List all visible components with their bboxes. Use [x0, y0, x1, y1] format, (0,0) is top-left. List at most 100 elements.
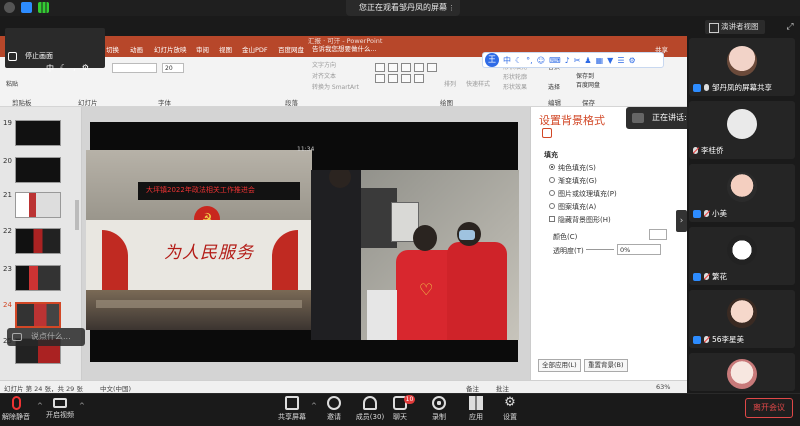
slide-thumbnail[interactable] [15, 157, 61, 183]
pattern-fill-radio[interactable] [549, 203, 555, 209]
slide-thumbnail-selected[interactable] [15, 302, 61, 328]
align-text[interactable]: 对齐文本 [312, 71, 336, 80]
slide-thumbnail[interactable] [15, 120, 61, 146]
paint-bucket-icon[interactable] [542, 128, 552, 138]
punctuation-icon[interactable]: °, [526, 56, 533, 65]
comma-icon[interactable]: , [73, 63, 76, 74]
tab-animations[interactable]: 动画 [130, 44, 143, 54]
share-banner[interactable]: 您正在观看邹丹凤的屏幕 [346, 0, 460, 16]
unmute-button[interactable]: 解除静音 [0, 396, 36, 422]
thumb-number: 24 [3, 301, 12, 309]
group-clipboard: 剪贴板 [12, 99, 32, 107]
shape-effects[interactable]: 形状效果 [503, 82, 527, 91]
fullscreen-icon[interactable]: ⤢ [783, 20, 797, 34]
transparency-slider[interactable] [586, 249, 614, 250]
list-icon[interactable]: ☰ [617, 56, 624, 65]
tab-wps-pdf[interactable]: 金山PDF [242, 44, 268, 54]
apply-all-button[interactable]: 全部应用(L) [538, 359, 581, 372]
video-options-caret[interactable]: ^ [79, 402, 85, 410]
transparency-input[interactable]: 0% [617, 244, 661, 255]
video-tile[interactable]: 繁花 [689, 227, 795, 285]
pen-icon[interactable] [8, 52, 17, 61]
arrange[interactable]: 排列 [444, 79, 456, 88]
tell-me-search[interactable]: 告诉我您想要做什么... [312, 43, 377, 53]
quick-styles[interactable]: 快速样式 [466, 79, 490, 88]
start-video-button[interactable]: 开启视频 [40, 396, 80, 420]
solid-fill-radio[interactable] [549, 164, 555, 170]
tab-slideshow[interactable]: 幻灯片放映 [154, 44, 187, 54]
info-icon[interactable] [4, 2, 15, 13]
settings-button[interactable]: ⚙ 设置 [490, 396, 530, 422]
gear-icon[interactable]: ⚙ [82, 63, 89, 74]
keyboard-icon[interactable]: ⌨ [549, 56, 561, 65]
share-screen-button[interactable]: 共享屏幕 [272, 396, 312, 422]
voice-icon[interactable]: ♪ [565, 56, 570, 65]
hide-graphics-label[interactable]: 隐藏背景图形(H) [558, 215, 611, 225]
scissors-icon[interactable]: ✂ [574, 56, 581, 65]
text-direction[interactable]: 文字方向 [312, 60, 336, 69]
thumbnail-scrollbar[interactable] [75, 200, 79, 230]
grid-icon[interactable]: ▦ [596, 56, 604, 65]
option-label[interactable]: 纯色填充(S) [558, 163, 596, 173]
notes-button[interactable]: 备注 [466, 383, 479, 393]
slide-thumbnail[interactable] [15, 265, 61, 291]
zoom-level[interactable]: 63% [656, 383, 670, 391]
comments-button[interactable]: 批注 [496, 383, 509, 393]
share-menu-icon[interactable]: ⋮ [448, 4, 456, 12]
convert-smartart[interactable]: 转换为 SmartArt [312, 82, 359, 91]
shirt-icon[interactable]: ▼ [607, 56, 613, 65]
tab-baidu[interactable]: 百度网盘 [278, 44, 304, 54]
ime-mode-icon[interactable]: 中 [46, 63, 54, 74]
option-label[interactable]: 图片或纹理填充(P) [558, 189, 617, 199]
shape-outline[interactable]: 形状轮廓 [503, 72, 527, 81]
thumb-number: 19 [3, 119, 12, 127]
gallery-collapse-icon[interactable]: › [676, 210, 687, 232]
slide-count: 幻灯片 第 24 张，共 29 张 [4, 385, 83, 393]
moon-icon[interactable]: ☾ [60, 63, 67, 74]
reset-background-button[interactable]: 重置背景(B) [584, 359, 628, 372]
slide-thumbnail[interactable] [15, 228, 61, 254]
video-off-icon [53, 398, 67, 408]
option-label[interactable]: 图案填充(A) [558, 202, 596, 212]
speaker-view-button[interactable]: 演讲者视图 [705, 20, 765, 34]
picture-fill-radio[interactable] [549, 190, 555, 196]
paste-label[interactable]: 粘贴 [6, 79, 18, 88]
shield-icon[interactable] [21, 2, 32, 13]
gradient-fill-radio[interactable] [549, 177, 555, 183]
mic-muted-icon [11, 396, 21, 410]
meeting-room-photo[interactable]: 大坪镇2022年政法相关工作推进会 ☭ 为人民服务 [86, 150, 312, 330]
video-tile[interactable] [689, 353, 795, 391]
moon-icon[interactable]: ☾ [515, 56, 522, 65]
video-tile[interactable]: 56李星美 [689, 290, 795, 348]
select[interactable]: 选择 [548, 82, 560, 91]
baidu-netdisk[interactable]: 百度网盘 [576, 80, 600, 89]
option-label[interactable]: 渐变填充(G) [558, 176, 597, 186]
emoji-icon[interactable]: ☺ [537, 56, 545, 65]
font-name-box[interactable] [112, 63, 157, 73]
mic-muted-icon [704, 210, 709, 217]
tab-view[interactable]: 视图 [219, 44, 232, 54]
heart-logo-icon: ♡ [419, 280, 434, 299]
invite-button[interactable]: 邀请 [314, 396, 354, 422]
record-button[interactable]: 录制 [419, 396, 459, 422]
user-icon [693, 272, 701, 281]
hide-graphics-checkbox[interactable] [549, 216, 555, 222]
user-icon[interactable]: ♟ [584, 56, 591, 65]
slide-thumbnail[interactable] [15, 192, 61, 218]
gear-icon[interactable]: ⚙ [628, 56, 635, 65]
volunteers-photo[interactable]: ♡ [311, 170, 519, 340]
leave-meeting-button[interactable]: 离开会议 [745, 398, 793, 418]
video-tile[interactable]: 邹丹凤的屏幕共享 [689, 38, 795, 96]
ime-logo[interactable]: 王 [485, 53, 499, 67]
save-to[interactable]: 保存到 [576, 71, 594, 80]
color-picker-button[interactable] [649, 229, 667, 240]
tab-transitions[interactable]: 切换 [106, 44, 119, 54]
video-tile[interactable]: 小美 [689, 164, 795, 222]
tab-review[interactable]: 审阅 [196, 44, 209, 54]
fill-section[interactable]: 填充 [544, 150, 558, 160]
video-tile[interactable]: 李桂侨 [689, 101, 795, 159]
signal-icon[interactable] [38, 2, 49, 13]
font-size-box[interactable]: 20 [162, 63, 184, 73]
ime-lang-icon[interactable]: 中 [503, 55, 511, 66]
group-save: 保存 [582, 99, 595, 107]
